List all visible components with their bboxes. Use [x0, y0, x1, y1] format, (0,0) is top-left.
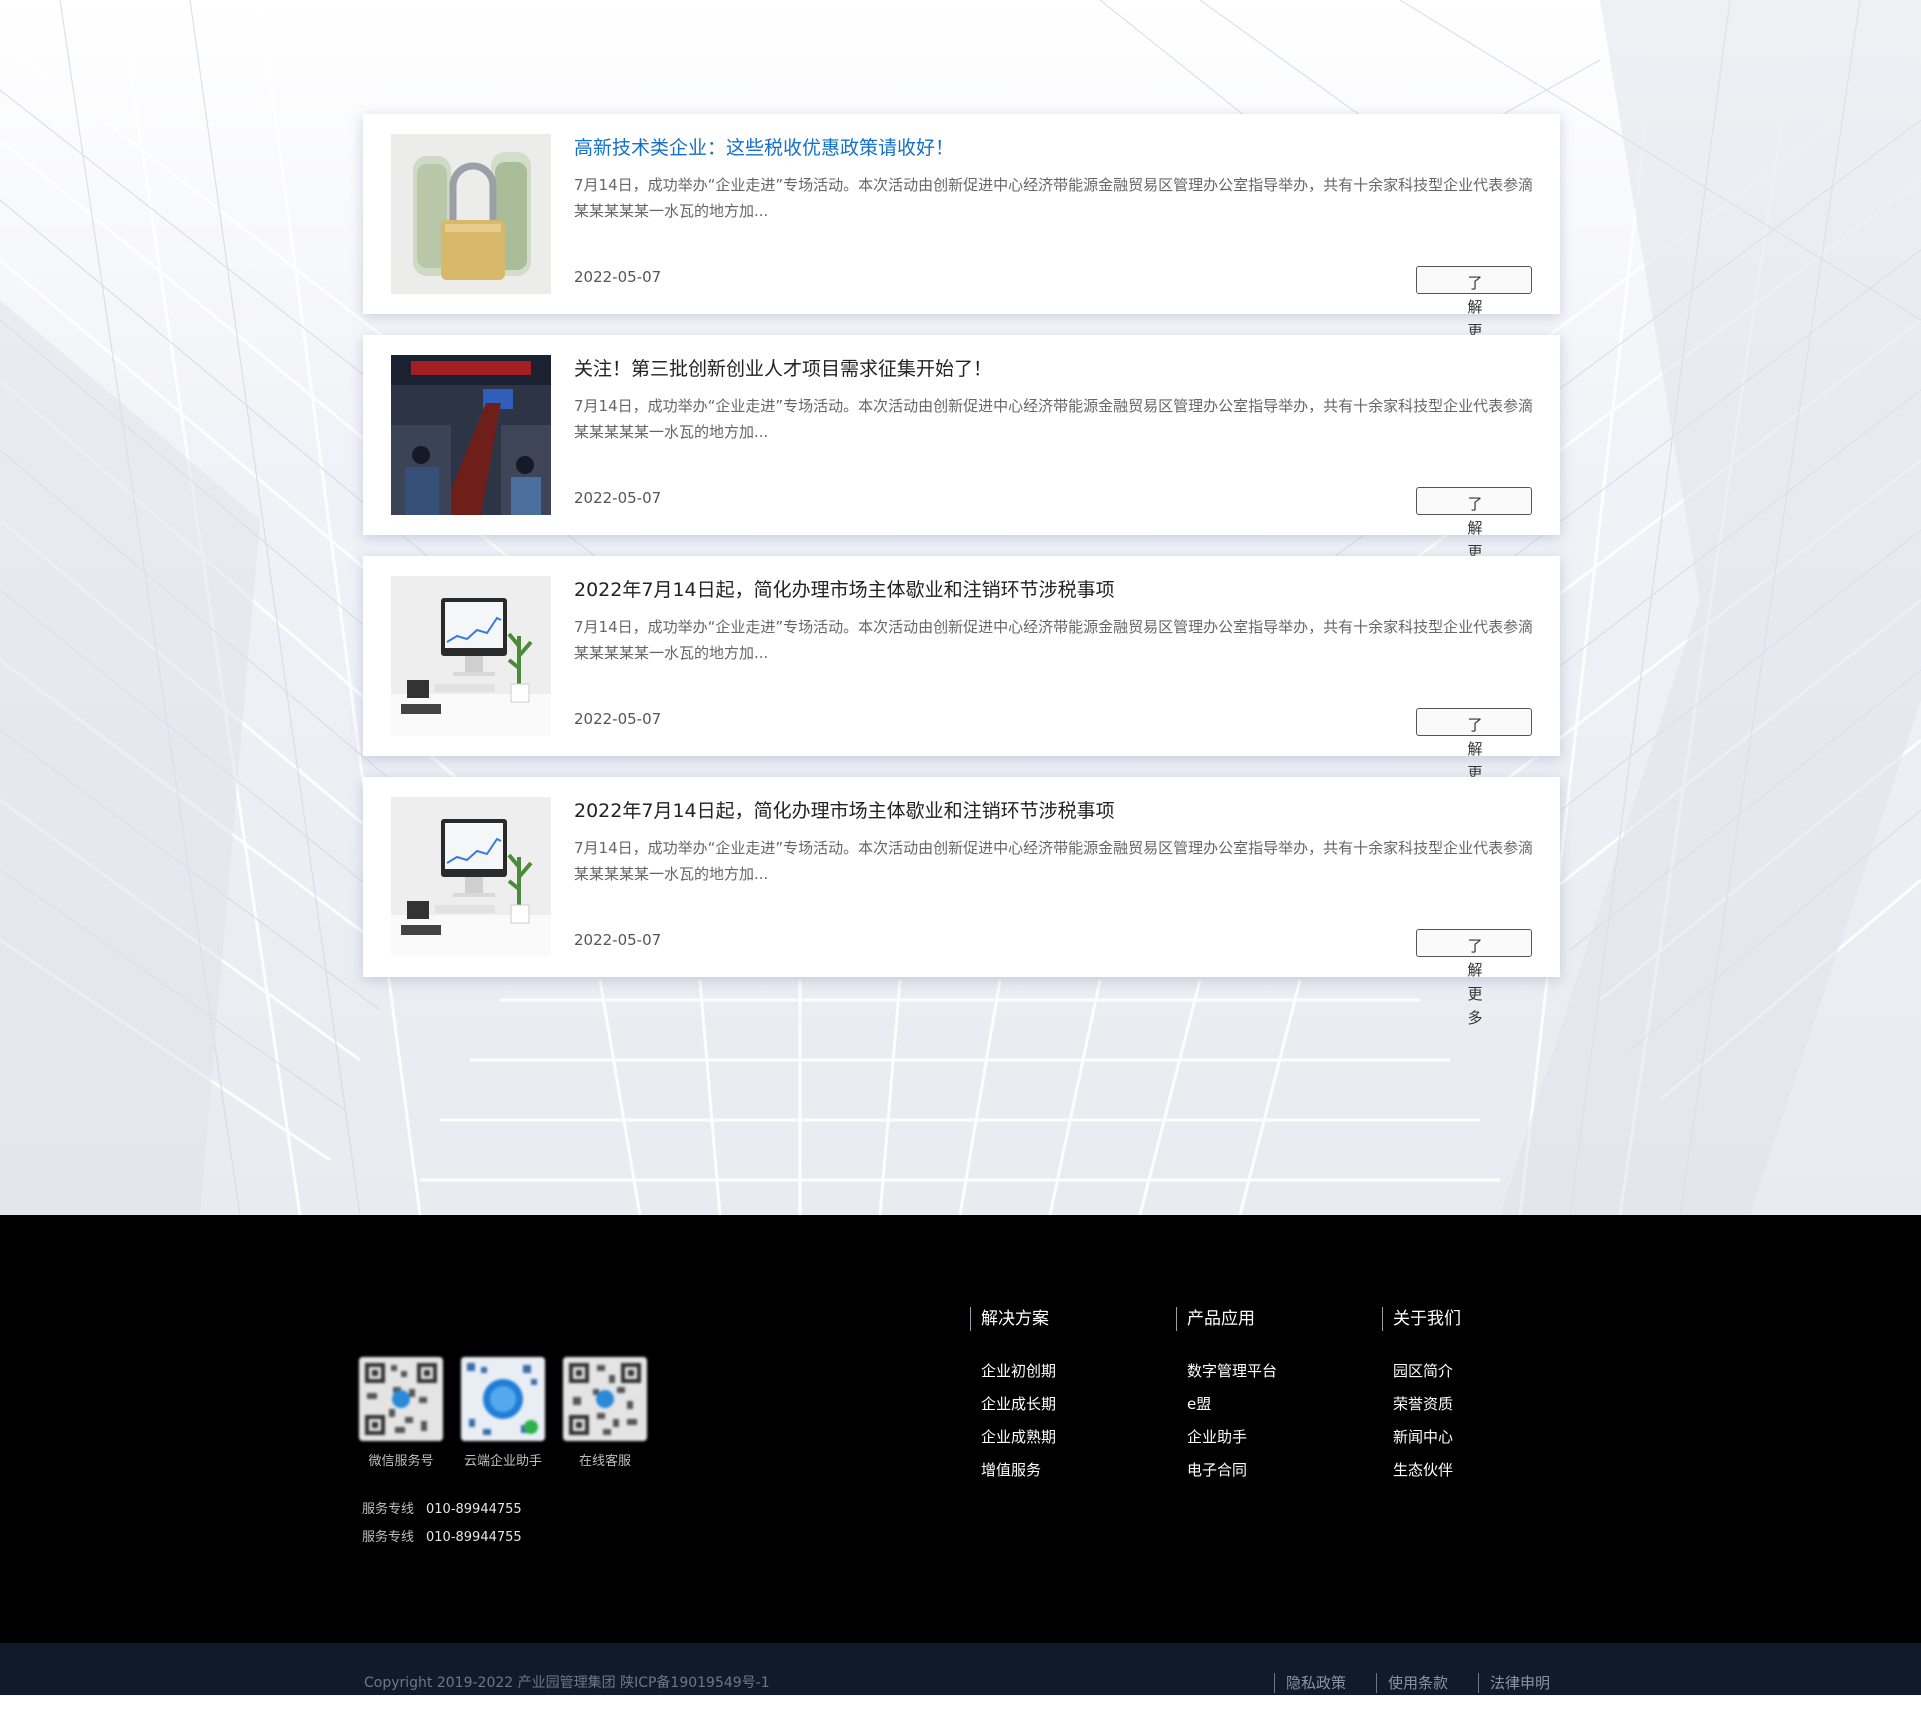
- footer-link[interactable]: 荣誉资质: [1393, 1394, 1461, 1414]
- footer-column-title: 解决方案: [970, 1307, 1056, 1331]
- qr-label: 在线客服: [578, 1454, 631, 1469]
- article-title[interactable]: 高新技术类企业：这些税收优惠政策请收好！: [574, 134, 1534, 162]
- footer-link[interactable]: 企业成熟期: [981, 1427, 1056, 1447]
- footer-bottom-bar: Copyright 2019-2022 产业园管理集团 陕ICP备1901954…: [0, 1643, 1921, 1695]
- footer-column-title: 产品应用: [1176, 1307, 1277, 1331]
- service-hotline: 服务专线 010-89944755: [362, 1501, 522, 1519]
- site-footer: 微信服务号 云端企业助手 在线客服 服务专线 010-89944755 服务专线…: [0, 1215, 1921, 1643]
- money-lock-photo[interactable]: [391, 134, 551, 294]
- article-title[interactable]: 关注！第三批创新创业人才项目需求征集开始了！: [574, 355, 1534, 383]
- footer-link[interactable]: 新闻中心: [1393, 1427, 1461, 1447]
- article-summary: 7月14日，成功举办“企业走进”专场活动。本次活动由创新促进中心经济带能源金融贸…: [574, 839, 1534, 883]
- article-date: 2022-05-07: [574, 710, 662, 728]
- article-title[interactable]: 2022年7月14日起，简化办理市场主体歇业和注销环节涉税事项: [574, 576, 1534, 604]
- hotline-label: 服务专线: [362, 1530, 415, 1545]
- qr-wechat-service: 微信服务号: [359, 1357, 443, 1471]
- footer-link[interactable]: 园区简介: [1393, 1361, 1461, 1381]
- learn-more-button[interactable]: 了解更多: [1416, 487, 1532, 585]
- footer-column-products: 产品应用 数字管理平台 e盟 企业助手 电子合同: [1176, 1307, 1277, 1493]
- footer-link[interactable]: e盟: [1187, 1394, 1277, 1414]
- article-date: 2022-05-07: [574, 268, 662, 286]
- qr-code-icon: [461, 1357, 545, 1441]
- footer-link[interactable]: 企业初创期: [981, 1361, 1056, 1381]
- article-summary: 7月14日，成功举办“企业走进”专场活动。本次活动由创新促进中心经济带能源金融贸…: [574, 176, 1534, 220]
- service-hotline: 服务专线 010-89944755: [362, 1529, 522, 1547]
- meeting-room-photo[interactable]: [391, 355, 551, 515]
- footer-link[interactable]: 企业成长期: [981, 1394, 1056, 1414]
- qr-code-icon: [563, 1357, 647, 1441]
- article-date: 2022-05-07: [574, 931, 662, 949]
- learn-more-button[interactable]: 了解更多: [1416, 929, 1532, 1027]
- qr-code-icon: [359, 1357, 443, 1441]
- footer-link[interactable]: 数字管理平台: [1187, 1361, 1277, 1381]
- footer-link[interactable]: 企业助手: [1187, 1427, 1277, 1447]
- desk-computer-photo[interactable]: [391, 576, 551, 736]
- hotline-number[interactable]: 010-89944755: [426, 1502, 522, 1517]
- footer-link[interactable]: 电子合同: [1187, 1460, 1277, 1480]
- hotline-number[interactable]: 010-89944755: [426, 1530, 522, 1545]
- article-card[interactable]: 2022年7月14日起，简化办理市场主体歇业和注销环节涉税事项 7月14日，成功…: [363, 556, 1560, 806]
- copyright-text: Copyright 2019-2022 产业园管理集团 陕ICP备1901954…: [364, 1675, 770, 1691]
- hotline-label: 服务专线: [362, 1502, 415, 1517]
- legal-statement-link[interactable]: 法律申明: [1478, 1673, 1550, 1693]
- article-card[interactable]: 2022年7月14日起，简化办理市场主体歇业和注销环节涉税事项 7月14日，成功…: [363, 777, 1560, 1027]
- privacy-policy-link[interactable]: 隐私政策: [1274, 1673, 1346, 1693]
- footer-column-solutions: 解决方案 企业初创期 企业成长期 企业成熟期 增值服务: [970, 1307, 1056, 1493]
- qr-cloud-assistant: 云端企业助手: [461, 1357, 545, 1471]
- footer-column-about: 关于我们 园区简介 荣誉资质 新闻中心 生态伙伴: [1382, 1307, 1461, 1493]
- terms-of-use-link[interactable]: 使用条款: [1376, 1673, 1448, 1693]
- article-title[interactable]: 2022年7月14日起，简化办理市场主体歇业和注销环节涉税事项: [574, 797, 1534, 825]
- learn-more-label: 了解更多: [1467, 937, 1483, 1027]
- learn-more-button[interactable]: 了解更多: [1416, 708, 1532, 806]
- article-summary: 7月14日，成功举办“企业走进”专场活动。本次活动由创新促进中心经济带能源金融贸…: [574, 397, 1534, 441]
- footer-link[interactable]: 增值服务: [981, 1460, 1056, 1480]
- article-summary: 7月14日，成功举办“企业走进”专场活动。本次活动由创新促进中心经济带能源金融贸…: [574, 618, 1534, 662]
- desk-computer-photo[interactable]: [391, 797, 551, 957]
- learn-more-button[interactable]: 了解更多: [1416, 266, 1532, 364]
- qr-online-support: 在线客服: [563, 1357, 647, 1471]
- article-date: 2022-05-07: [574, 489, 662, 507]
- footer-link[interactable]: 生态伙伴: [1393, 1460, 1461, 1480]
- article-card[interactable]: 高新技术类企业：这些税收优惠政策请收好！ 7月14日，成功举办“企业走进”专场活…: [363, 114, 1560, 364]
- footer-column-title: 关于我们: [1382, 1307, 1461, 1331]
- article-card[interactable]: 关注！第三批创新创业人才项目需求征集开始了！ 7月14日，成功举办“企业走进”专…: [363, 335, 1560, 585]
